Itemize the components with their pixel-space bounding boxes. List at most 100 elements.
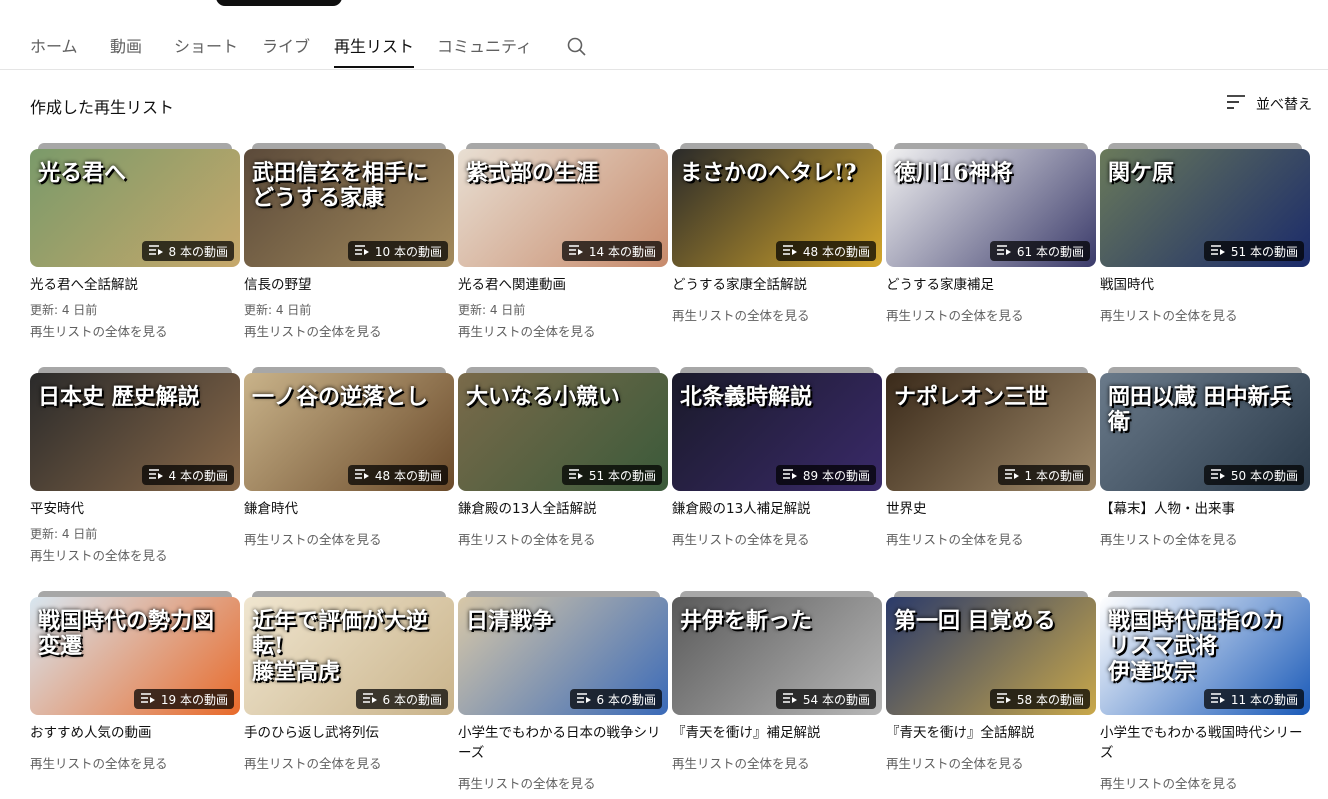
playlist-icon: [576, 692, 592, 707]
thumbnail-text: 北条義時解説: [680, 384, 813, 410]
playlist-icon: [1004, 468, 1020, 483]
playlist-card[interactable]: 紫式部の生涯 14 本の動画 光る君へ関連動画 更新: 4 日前 再生リストの全…: [458, 143, 668, 341]
playlist-thumbnail[interactable]: 北条義時解説 89 本の動画: [672, 373, 882, 491]
view-full-playlist-link[interactable]: 再生リストの全体を見る: [244, 755, 454, 773]
playlist-title[interactable]: 鎌倉時代: [244, 499, 454, 519]
tab-shorts[interactable]: ショート: [174, 33, 238, 57]
playlist-thumbnail[interactable]: 大いなる小競い 51 本の動画: [458, 373, 668, 491]
playlist-title[interactable]: 小学生でもわかる戦国時代シリーズ: [1100, 723, 1310, 763]
view-full-playlist-link[interactable]: 再生リストの全体を見る: [672, 531, 882, 549]
playlist-thumbnail[interactable]: 日本史 歴史解説 4 本の動画: [30, 373, 240, 491]
playlist-card[interactable]: 第一回 目覚める 58 本の動画 『青天を衝け』全話解説 再生リストの全体を見る: [886, 591, 1096, 773]
playlist-title[interactable]: 【幕末】人物・出来事: [1100, 499, 1310, 519]
playlist-icon: [996, 244, 1012, 259]
playlist-thumbnail[interactable]: 第一回 目覚める 58 本の動画: [886, 597, 1096, 715]
video-count-badge: 48 本の動画: [347, 465, 448, 485]
playlist-card[interactable]: 近年で評価が大逆転! 藤堂高虎 6 本の動画 手のひら返し武将列伝 再生リストの…: [244, 591, 454, 773]
playlist-title[interactable]: 戦国時代: [1100, 275, 1310, 295]
search-icon[interactable]: [566, 36, 588, 58]
video-count-badge: 48 本の動画: [775, 241, 876, 261]
playlist-title[interactable]: 鎌倉殿の13人全話解説: [458, 499, 668, 519]
playlist-card[interactable]: 光る君へ 8 本の動画 光る君へ全話解説 更新: 4 日前 再生リストの全体を見…: [30, 143, 240, 341]
tab-videos[interactable]: 動画: [110, 33, 142, 57]
view-full-playlist-link[interactable]: 再生リストの全体を見る: [458, 775, 668, 793]
playlist-card[interactable]: 井伊を斬った 54 本の動画 『青天を衝け』補足解説 再生リストの全体を見る: [672, 591, 882, 773]
playlist-title[interactable]: 光る君へ全話解説: [30, 275, 240, 295]
playlist-thumbnail[interactable]: まさかのヘタレ!? 48 本の動画: [672, 149, 882, 267]
view-full-playlist-link[interactable]: 再生リストの全体を見る: [672, 755, 882, 773]
thumbnail-text: 大いなる小競い: [466, 384, 621, 410]
playlist-card[interactable]: 北条義時解説 89 本の動画 鎌倉殿の13人補足解説 再生リストの全体を見る: [672, 367, 882, 549]
playlist-title[interactable]: 鎌倉殿の13人補足解説: [672, 499, 882, 519]
playlist-thumbnail[interactable]: 光る君へ 8 本の動画: [30, 149, 240, 267]
view-full-playlist-link[interactable]: 再生リストの全体を見る: [30, 323, 240, 341]
playlist-card[interactable]: 日本史 歴史解説 4 本の動画 平安時代 更新: 4 日前 再生リストの全体を見…: [30, 367, 240, 565]
playlist-title[interactable]: 手のひら返し武将列伝: [244, 723, 454, 743]
view-full-playlist-link[interactable]: 再生リストの全体を見る: [1100, 307, 1310, 325]
playlist-title[interactable]: 『青天を衝け』全話解説: [886, 723, 1096, 743]
video-count-badge: 89 本の動画: [775, 465, 876, 485]
thumbnail-text: 紫式部の生涯: [466, 160, 599, 186]
playlist-thumbnail[interactable]: 近年で評価が大逆転! 藤堂高虎 6 本の動画: [244, 597, 454, 715]
playlist-thumbnail[interactable]: 戦国時代屈指のカリスマ武将 伊達政宗 11 本の動画: [1100, 597, 1310, 715]
view-full-playlist-link[interactable]: 再生リストの全体を見る: [1100, 531, 1310, 549]
playlist-card[interactable]: 関ケ原 51 本の動画 戦国時代 再生リストの全体を見る: [1100, 143, 1310, 325]
video-count: 51 本の動画: [588, 468, 656, 483]
playlist-card[interactable]: まさかのヘタレ!? 48 本の動画 どうする家康全話解説 再生リストの全体を見る: [672, 143, 882, 325]
view-full-playlist-link[interactable]: 再生リストの全体を見る: [886, 307, 1096, 325]
playlist-updated: 更新: 4 日前: [30, 527, 98, 541]
playlist-title[interactable]: 光る君へ関連動画: [458, 275, 668, 295]
playlist-title[interactable]: 『青天を衝け』補足解説: [672, 723, 882, 743]
thumbnail-text: 第一回 目覚める: [894, 608, 1056, 634]
playlist-thumbnail[interactable]: ナポレオン三世 1 本の動画: [886, 373, 1096, 491]
playlist-thumbnail[interactable]: 徳川16神将 61 本の動画: [886, 149, 1096, 267]
playlist-card[interactable]: 岡田以蔵 田中新兵衛 50 本の動画 【幕末】人物・出来事 再生リストの全体を見…: [1100, 367, 1310, 549]
view-full-playlist-link[interactable]: 再生リストの全体を見る: [1100, 775, 1310, 793]
playlist-card[interactable]: ナポレオン三世 1 本の動画 世界史 再生リストの全体を見る: [886, 367, 1096, 549]
video-count: 48 本の動画: [374, 468, 442, 483]
view-full-playlist-link[interactable]: 再生リストの全体を見る: [886, 531, 1096, 549]
view-full-playlist-link[interactable]: 再生リストの全体を見る: [244, 323, 454, 341]
playlist-title[interactable]: 平安時代: [30, 499, 240, 519]
video-count-badge: 11 本の動画: [1203, 689, 1304, 709]
playlist-card[interactable]: 武田信玄を相手にどうする家康 10 本の動画 信長の野望 更新: 4 日前 再生…: [244, 143, 454, 341]
playlist-title[interactable]: どうする家康補足: [886, 275, 1096, 295]
video-count: 54 本の動画: [802, 692, 870, 707]
playlist-card[interactable]: 大いなる小競い 51 本の動画 鎌倉殿の13人全話解説 再生リストの全体を見る: [458, 367, 668, 549]
playlist-card[interactable]: 戦国時代屈指のカリスマ武将 伊達政宗 11 本の動画 小学生でもわかる戦国時代シ…: [1100, 591, 1310, 793]
view-full-playlist-link[interactable]: 再生リストの全体を見る: [244, 531, 454, 549]
tab-community[interactable]: コミュニティ: [437, 33, 532, 57]
playlist-thumbnail[interactable]: 関ケ原 51 本の動画: [1100, 149, 1310, 267]
playlist-thumbnail[interactable]: 一ノ谷の逆落とし 48 本の動画: [244, 373, 454, 491]
playlist-title[interactable]: おすすめ人気の動画: [30, 723, 240, 743]
playlist-card[interactable]: 一ノ谷の逆落とし 48 本の動画 鎌倉時代 再生リストの全体を見る: [244, 367, 454, 549]
sort-button[interactable]: 並べ替え: [1226, 94, 1312, 114]
view-full-playlist-link[interactable]: 再生リストの全体を見る: [458, 323, 668, 341]
active-tab-indicator: [334, 66, 414, 68]
view-full-playlist-link[interactable]: 再生リストの全体を見る: [458, 531, 668, 549]
thumbnail-text: 日本史 歴史解説: [38, 384, 200, 410]
playlist-card[interactable]: 徳川16神将 61 本の動画 どうする家康補足 再生リストの全体を見る: [886, 143, 1096, 325]
playlist-title[interactable]: どうする家康全話解説: [672, 275, 882, 295]
playlist-card[interactable]: 戦国時代の勢力図変遷 19 本の動画 おすすめ人気の動画 再生リストの全体を見る: [30, 591, 240, 773]
tab-home[interactable]: ホーム: [30, 33, 78, 57]
view-full-playlist-link[interactable]: 再生リストの全体を見る: [886, 755, 1096, 773]
view-full-playlist-link[interactable]: 再生リストの全体を見る: [30, 547, 240, 565]
video-count: 89 本の動画: [802, 468, 870, 483]
playlist-thumbnail[interactable]: 日清戦争 6 本の動画: [458, 597, 668, 715]
playlist-title[interactable]: 信長の野望: [244, 275, 454, 295]
playlist-thumbnail[interactable]: 井伊を斬った 54 本の動画: [672, 597, 882, 715]
view-full-playlist-link[interactable]: 再生リストの全体を見る: [30, 755, 240, 773]
playlist-card[interactable]: 日清戦争 6 本の動画 小学生でもわかる日本の戦争シリーズ 再生リストの全体を見…: [458, 591, 668, 793]
playlist-thumbnail[interactable]: 戦国時代の勢力図変遷 19 本の動画: [30, 597, 240, 715]
channel-tabs: ホーム 動画 ショート ライブ 再生リスト コミュニティ: [0, 0, 1328, 70]
tab-playlists[interactable]: 再生リスト: [334, 33, 414, 57]
tab-live[interactable]: ライブ: [262, 33, 310, 57]
playlist-thumbnail[interactable]: 武田信玄を相手にどうする家康 10 本の動画: [244, 149, 454, 267]
playlist-thumbnail[interactable]: 岡田以蔵 田中新兵衛 50 本の動画: [1100, 373, 1310, 491]
playlist-title[interactable]: 小学生でもわかる日本の戦争シリーズ: [458, 723, 668, 763]
view-full-playlist-link[interactable]: 再生リストの全体を見る: [672, 307, 882, 325]
thumbnail-text: 一ノ谷の逆落とし: [252, 384, 429, 410]
playlist-thumbnail[interactable]: 紫式部の生涯 14 本の動画: [458, 149, 668, 267]
playlist-title[interactable]: 世界史: [886, 499, 1096, 519]
